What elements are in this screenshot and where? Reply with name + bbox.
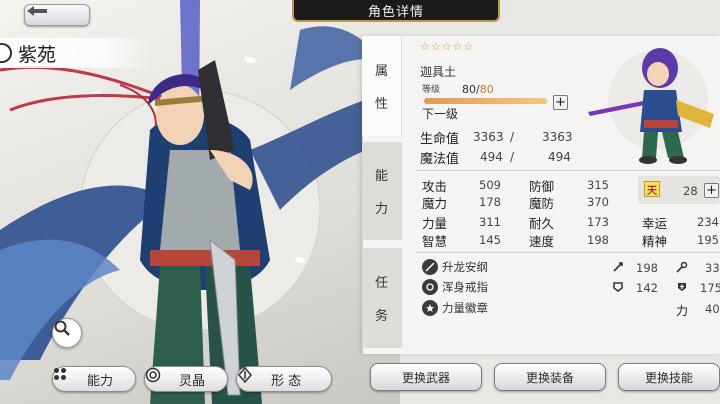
- stat-wisdom-label: 智慧: [422, 234, 448, 249]
- character-chibi-sprite: [588, 48, 714, 164]
- stat-speed-value: 198: [587, 233, 609, 247]
- change-equipment-button[interactable]: 更换装备: [494, 363, 606, 391]
- sword-icon: [613, 262, 623, 272]
- sky-add-button[interactable]: +: [704, 183, 719, 198]
- tab-abilities[interactable]: 能力: [52, 366, 136, 392]
- stat-spirit-value: 195: [697, 233, 719, 247]
- stat-magic-label: 魔力: [422, 196, 448, 211]
- stat-attack-value: 509: [479, 178, 501, 192]
- stat-defense-value: 315: [587, 178, 609, 192]
- side-tab-quests[interactable]: 任 务: [362, 248, 402, 348]
- equip-ring: 浑身戒指: [422, 279, 488, 295]
- stat-wisdom-value: 145: [479, 233, 501, 247]
- name-ring-icon: [0, 43, 12, 63]
- character-art-area: 紫苑 能力 灵晶 形 态: [0, 0, 400, 404]
- level-current: 80: [462, 83, 476, 96]
- back-arrow-icon: [27, 6, 47, 16]
- stat-strength-label: 力量: [422, 216, 448, 231]
- tab-abilities-label: 能力: [87, 373, 114, 389]
- level-max: 80: [479, 83, 494, 96]
- page-title-text: 角色详情: [367, 4, 424, 20]
- side-tab-attributes-char-1: 属: [374, 64, 388, 79]
- equip-attack-value: 198: [636, 261, 658, 275]
- tab-form[interactable]: 形 态: [236, 366, 332, 392]
- stat-endurance-label: 耐久: [529, 216, 555, 231]
- cross-shield-icon: [678, 283, 686, 291]
- stat-speed-label: 速度: [529, 234, 555, 249]
- mp-separator: /: [510, 150, 515, 164]
- next-level-label: 下一级: [422, 107, 459, 121]
- exp-bar: [424, 98, 548, 104]
- stat-magic-defense-value: 370: [587, 195, 609, 209]
- level-label: 等级: [422, 85, 441, 95]
- equip-power-value: 40: [705, 302, 720, 316]
- shield-icon: [613, 282, 623, 292]
- form-icon: [238, 367, 263, 388]
- magnifier-icon: [54, 320, 70, 336]
- mp-max: 494: [548, 150, 571, 164]
- plus-icon: +: [706, 183, 717, 198]
- equip-weapon: 升龙安纲: [422, 259, 488, 275]
- side-tab-quests-char-2: 务: [374, 309, 388, 324]
- hp-current: 3363: [473, 130, 504, 144]
- side-tab-abilities[interactable]: 能 力: [362, 142, 402, 240]
- stat-strength-value: 311: [479, 215, 501, 229]
- exp-bar-fill: [424, 98, 546, 104]
- mp-label: 魔法值: [420, 152, 460, 167]
- mp-current: 494: [480, 150, 503, 164]
- sword-emblem-icon: [422, 259, 438, 275]
- change-weapon-label: 更换武器: [401, 370, 450, 385]
- mp-row: 魔法值: [420, 148, 459, 167]
- page-title: 角色详情: [292, 0, 500, 22]
- side-tab-attributes-char-2: 性: [374, 97, 388, 112]
- character-name: 紫苑: [18, 43, 57, 66]
- stat-luck-label: 幸运: [642, 216, 668, 231]
- tab-form-label: 形 态: [271, 373, 302, 389]
- plus-icon: +: [555, 95, 566, 110]
- character-name-banner: 紫苑: [0, 38, 150, 68]
- divider: [416, 170, 720, 171]
- equip-magic-defense-value: 175: [700, 281, 720, 295]
- sky-badge-icon: 天: [644, 181, 660, 197]
- hp-max: 3363: [542, 130, 573, 144]
- change-skill-label: 更换技能: [644, 370, 693, 385]
- change-weapon-button[interactable]: 更换武器: [370, 363, 482, 391]
- wand-icon: [676, 261, 688, 273]
- stat-endurance-value: 173: [587, 215, 609, 229]
- crystal-icon: [145, 367, 171, 388]
- zoom-button[interactable]: [52, 318, 82, 348]
- hp-separator: /: [510, 130, 515, 144]
- equip-ring-name: 浑身戒指: [442, 280, 488, 294]
- change-equipment-label: 更换装备: [525, 370, 574, 385]
- hp-row: 生命值: [420, 128, 459, 147]
- star-rating: ☆☆☆☆☆: [420, 40, 475, 53]
- equip-weapon-name: 升龙安纲: [442, 260, 488, 274]
- level-up-button[interactable]: +: [553, 95, 568, 110]
- tab-crystal-label: 灵晶: [179, 373, 206, 389]
- side-tab-quests-char-1: 任: [374, 276, 388, 291]
- stat-magic-value: 178: [479, 195, 501, 209]
- equip-power-label: 力: [676, 304, 689, 318]
- stat-magic-defense-label: 魔防: [529, 196, 555, 211]
- equip-badge-name: 力量徽章: [442, 301, 488, 315]
- grid-icon: [54, 368, 79, 388]
- change-skill-button[interactable]: 更换技能: [618, 363, 720, 391]
- back-button[interactable]: [24, 4, 90, 26]
- tab-crystal[interactable]: 灵晶: [144, 366, 228, 392]
- sky-value: 28: [683, 184, 698, 198]
- side-tab-attributes[interactable]: 属 性: [362, 36, 402, 136]
- equip-defense-value: 142: [636, 281, 658, 295]
- side-tab-abilities-char-2: 力: [374, 202, 388, 217]
- badge-emblem-icon: [422, 300, 438, 316]
- stat-spirit-label: 精神: [642, 234, 668, 249]
- ring-emblem-icon: [422, 279, 438, 295]
- divider: [416, 252, 720, 253]
- equip-badge: 力量徽章: [422, 300, 488, 316]
- hp-label: 生命值: [420, 132, 460, 147]
- equip-magic-value: 33: [705, 261, 720, 275]
- character-class: 迦具土: [420, 65, 457, 79]
- side-tab-abilities-char-1: 能: [374, 169, 388, 184]
- level-value: 80/80: [462, 83, 494, 96]
- stat-luck-value: 234: [697, 215, 719, 229]
